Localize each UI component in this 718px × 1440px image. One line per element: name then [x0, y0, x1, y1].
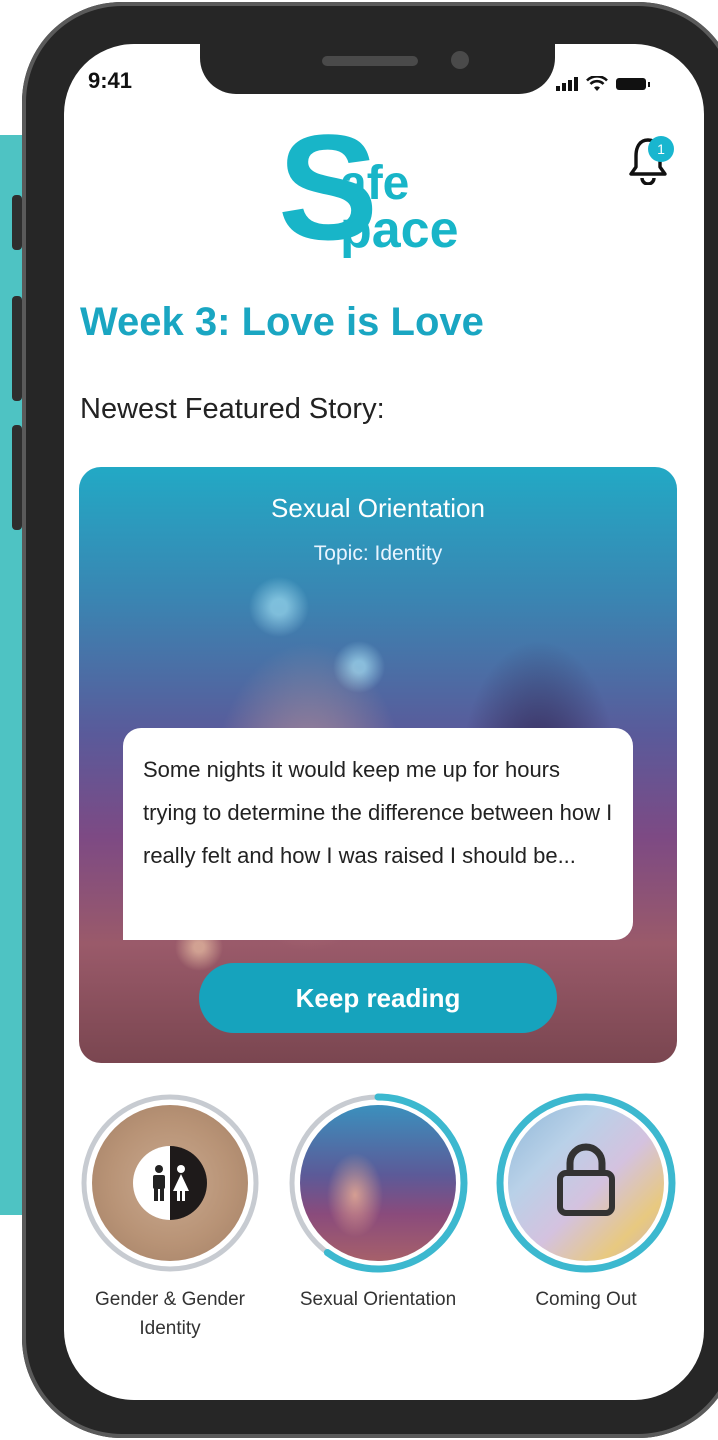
topic-label: Coming Out	[535, 1289, 637, 1310]
signal-icon	[556, 77, 578, 91]
logo-word-bottom: pace	[340, 201, 459, 259]
topic-photo	[300, 1105, 456, 1261]
status-time: 9:41	[88, 68, 133, 93]
featured-story-card[interactable]: Sexual Orientation Topic: Identity Some …	[79, 467, 677, 1063]
restroom-sign-icon	[133, 1146, 207, 1220]
topic-item-sexual-orientation[interactable]: Sexual Orientation	[286, 1093, 470, 1314]
status-icons	[556, 76, 650, 92]
phone-mute-switch	[12, 195, 22, 250]
phone-volume-up-button	[12, 296, 22, 401]
topic-label: Sexual Orientation	[299, 1289, 457, 1310]
topic-item-coming-out[interactable]: Coming Out	[494, 1093, 678, 1314]
lock-icon	[557, 1143, 615, 1216]
wifi-icon	[586, 76, 608, 91]
phone-camera	[451, 51, 469, 69]
story-excerpt: Some nights it would keep me up for hour…	[123, 728, 633, 940]
topic-label: Gender & Gender Identity	[95, 1289, 245, 1339]
story-title: Sexual Orientation	[271, 493, 485, 523]
phone-speaker	[322, 56, 418, 66]
battery-icon	[616, 78, 650, 90]
page-title: Week 3: Love is Love	[80, 300, 484, 344]
topic-photo	[508, 1105, 664, 1261]
phone-volume-down-button	[12, 425, 22, 530]
story-topic: Topic: Identity	[313, 542, 443, 565]
topic-photo	[92, 1105, 248, 1261]
keep-reading-button[interactable]: Keep reading	[199, 963, 557, 1033]
phone-notch	[200, 38, 555, 94]
app-logo: S afe pace	[274, 112, 484, 262]
featured-story-heading: Newest Featured Story:	[80, 393, 385, 425]
topic-item-gender[interactable]: Gender & Gender Identity	[78, 1093, 262, 1343]
notification-badge: 1	[648, 136, 674, 162]
